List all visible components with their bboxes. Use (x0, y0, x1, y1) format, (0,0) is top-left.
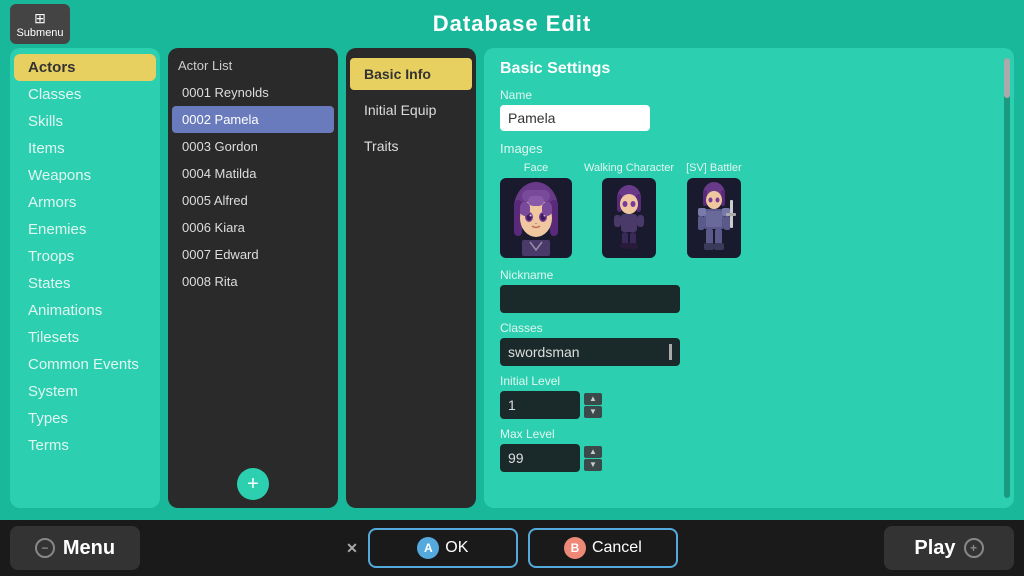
actor-item-0005[interactable]: 0005 Alfred (172, 187, 334, 214)
battler-image[interactable] (687, 178, 741, 258)
walking-svg (604, 180, 654, 256)
classes-label: Classes (500, 321, 998, 335)
classes-select[interactable]: swordsman (500, 338, 680, 366)
actor-list-panel: Actor List 0001 Reynolds 0002 Pamela 000… (168, 48, 338, 508)
play-button[interactable]: Play + (884, 526, 1014, 570)
max-level-up[interactable]: ▲ (584, 446, 602, 458)
sidebar-item-classes[interactable]: Classes (14, 81, 156, 108)
sidebar-item-actors[interactable]: Actors (14, 54, 156, 81)
initial-level-field: ▲ ▼ (500, 391, 998, 419)
sidebar-item-animations[interactable]: Animations (14, 297, 156, 324)
bottom-center: ✕ A OK B Cancel (346, 528, 678, 568)
max-level-down[interactable]: ▼ (584, 459, 602, 471)
images-row: Face (500, 162, 998, 258)
initial-level-spinner: ▲ ▼ (584, 393, 602, 418)
page-title: Database Edit (433, 11, 592, 37)
add-actor-button[interactable]: + (237, 468, 269, 500)
nickname-input[interactable] (500, 285, 680, 313)
actor-item-0008[interactable]: 0008 Rita (172, 268, 334, 295)
tab-initial-equip[interactable]: Initial Equip (350, 94, 472, 126)
bottom-bar: − Menu ✕ A OK B Cancel Play + (0, 520, 1024, 576)
sidebar-item-terms[interactable]: Terms (14, 432, 156, 459)
sidebar-item-weapons[interactable]: Weapons (14, 162, 156, 189)
battler-svg (689, 180, 739, 256)
walking-label: Walking Character (584, 162, 674, 174)
face-col: Face (500, 162, 572, 258)
actor-item-0004[interactable]: 0004 Matilda (172, 160, 334, 187)
sidebar: Actors Classes Skills Items Weapons Armo… (10, 48, 160, 508)
tab-basic-info[interactable]: Basic Info (350, 58, 472, 90)
initial-level-up[interactable]: ▲ (584, 393, 602, 405)
menu-icon: − (35, 538, 55, 558)
sidebar-item-common-events[interactable]: Common Events (14, 351, 156, 378)
max-level-input[interactable] (500, 444, 580, 472)
sidebar-item-types[interactable]: Types (14, 405, 156, 432)
ok-label: OK (445, 539, 468, 557)
max-level-spinner: ▲ ▼ (584, 446, 602, 471)
cancel-label: Cancel (592, 539, 642, 557)
sidebar-item-tilesets[interactable]: Tilesets (14, 324, 156, 351)
cancel-badge: B (564, 537, 586, 559)
sidebar-item-skills[interactable]: Skills (14, 108, 156, 135)
sidebar-item-items[interactable]: Items (14, 135, 156, 162)
name-label: Name (500, 88, 998, 102)
settings-panel: Basic Settings Name Images Face (484, 48, 1014, 508)
images-label: Images (500, 141, 998, 156)
face-image[interactable] (500, 178, 572, 258)
play-icon: + (964, 538, 984, 558)
initial-level-input[interactable] (500, 391, 580, 419)
settings-title: Basic Settings (500, 60, 998, 78)
scrollbar[interactable] (1004, 58, 1010, 498)
initial-level-down[interactable]: ▼ (584, 406, 602, 418)
sidebar-item-system[interactable]: System (14, 378, 156, 405)
initial-level-label: Initial Level (500, 374, 998, 388)
menu-button[interactable]: − Menu (10, 526, 140, 570)
play-label: Play (914, 537, 955, 560)
battler-label: [SV] Battler (686, 162, 742, 174)
actor-list-title: Actor List (168, 56, 338, 79)
submenu-button[interactable]: ⊞ Submenu (10, 4, 70, 44)
scrollbar-thumb (1004, 58, 1010, 98)
menu-label: Menu (63, 537, 115, 560)
sidebar-item-states[interactable]: States (14, 270, 156, 297)
actor-item-0006[interactable]: 0006 Kiara (172, 214, 334, 241)
actor-item-0002[interactable]: 0002 Pamela (172, 106, 334, 133)
x-badge: ✕ (346, 540, 358, 557)
main-content: Actors Classes Skills Items Weapons Armo… (10, 48, 1014, 508)
ok-button[interactable]: A OK (368, 528, 518, 568)
actor-item-0003[interactable]: 0003 Gordon (172, 133, 334, 160)
actor-item-0007[interactable]: 0007 Edward (172, 241, 334, 268)
nickname-label: Nickname (500, 268, 998, 282)
tabs-panel: Basic Info Initial Equip Traits (346, 48, 476, 508)
max-level-label: Max Level (500, 427, 998, 441)
face-label: Face (524, 162, 548, 174)
walking-col: Walking Character (584, 162, 674, 258)
max-level-field: ▲ ▼ (500, 444, 998, 472)
classes-value: swordsman (508, 344, 580, 360)
ok-badge: A (417, 537, 439, 559)
submenu-label: Submenu (16, 27, 63, 39)
sidebar-item-enemies[interactable]: Enemies (14, 216, 156, 243)
top-bar: ⊞ Submenu Database Edit (0, 0, 1024, 48)
name-input[interactable] (500, 105, 650, 131)
sidebar-item-armors[interactable]: Armors (14, 189, 156, 216)
cancel-button[interactable]: B Cancel (528, 528, 678, 568)
images-section: Images Face (500, 141, 998, 258)
face-svg (502, 180, 570, 256)
sidebar-item-troops[interactable]: Troops (14, 243, 156, 270)
walking-image[interactable] (602, 178, 656, 258)
tab-traits[interactable]: Traits (350, 130, 472, 162)
actor-item-0001[interactable]: 0001 Reynolds (172, 79, 334, 106)
battler-col: [SV] Battler (686, 162, 742, 258)
submenu-icon: ⊞ (34, 10, 46, 27)
classes-cursor (669, 344, 672, 360)
